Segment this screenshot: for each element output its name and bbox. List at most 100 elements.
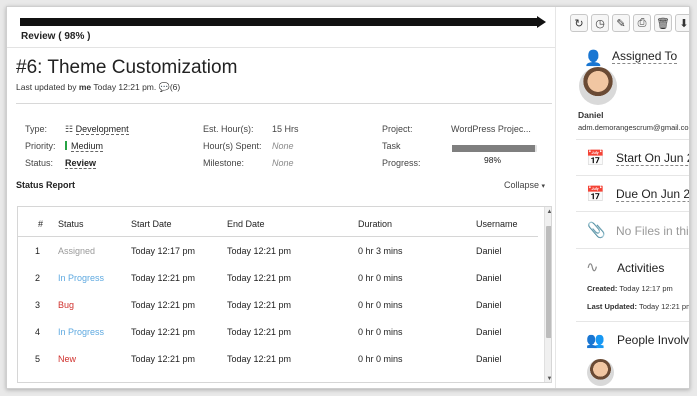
row-status: New xyxy=(58,354,77,364)
row-status: In Progress xyxy=(58,273,105,283)
table-row: 1 Assigned Today 12:17 pm Today 12:21 pm 0 h… xyxy=(18,238,538,265)
divider xyxy=(7,47,555,48)
table-header: # Status Start Date End Date Duration Us… xyxy=(18,207,538,237)
participant-avatar xyxy=(587,359,614,386)
row-duration: 0 hr 0 mins xyxy=(358,354,403,364)
hours-spent-value: None xyxy=(272,141,294,151)
people-involved-title: People Involve xyxy=(617,333,690,347)
updated-by: me xyxy=(78,82,92,92)
updated-time: Today 12:21 pm. xyxy=(93,82,157,92)
collapse-toggle[interactable]: Collapse ▾ xyxy=(504,180,545,190)
priority-value[interactable]: Medium xyxy=(71,141,104,152)
status-value[interactable]: Review xyxy=(65,158,97,169)
created-label: Created: xyxy=(587,284,618,293)
progress-label: Progress: xyxy=(382,158,421,168)
comments-count[interactable]: (6) xyxy=(170,82,180,92)
scroll-up-icon[interactable]: ▲ xyxy=(546,209,551,215)
hours-spent-label: Hour(s) Spent: xyxy=(203,141,262,151)
row-username: Daniel xyxy=(476,246,502,256)
col-start-date: Start Date xyxy=(131,219,172,229)
divider xyxy=(576,139,689,140)
table-row: 2 In Progress Today 12:21 pm Today 12:21 pm… xyxy=(18,265,538,292)
workflow-progress-label: Review ( 98% ) xyxy=(21,31,91,42)
scroll-down-icon[interactable]: ▼ xyxy=(546,376,551,382)
divider xyxy=(576,175,689,176)
chart-icon: ☷ xyxy=(65,124,74,134)
col-duration: Duration xyxy=(358,219,393,229)
status-report-table: # Status Start Date End Date Duration Us… xyxy=(17,206,552,383)
last-updated-info: Last updated by me Today 12:21 pm. 💬(6) xyxy=(16,82,180,93)
col-number: # xyxy=(38,219,44,229)
row-end-date: Today 12:21 pm xyxy=(227,300,292,310)
paperclip-icon: 📎 xyxy=(587,222,606,239)
task-progress-bar xyxy=(452,145,537,152)
row-number: 1 xyxy=(35,246,41,256)
status-report-title: Status Report xyxy=(16,180,76,190)
divider xyxy=(576,248,689,249)
row-duration: 0 hr 0 mins xyxy=(358,300,403,310)
workflow-progress-arrow xyxy=(537,16,546,28)
row-start-date: Today 12:17 pm xyxy=(131,246,196,256)
assignee-avatar xyxy=(579,67,617,105)
user-card-icon: 👤 xyxy=(584,50,603,67)
col-end-date: End Date xyxy=(227,219,265,229)
table-row: 3 Bug Today 12:21 pm Today 12:21 pm 0 hr 0 m… xyxy=(18,292,538,319)
est-hours-value: 15 Hrs xyxy=(272,124,299,134)
row-start-date: Today 12:21 pm xyxy=(131,354,196,364)
updated-prefix: Last updated by xyxy=(16,82,77,92)
activity-icon: ∿ xyxy=(586,259,599,276)
assignee-name: Daniel xyxy=(578,110,604,120)
col-status: Status xyxy=(58,219,84,229)
row-status: Bug xyxy=(58,300,75,310)
workflow-progress-bar xyxy=(20,18,540,26)
start-date[interactable]: Start On Jun 21, xyxy=(616,151,689,166)
calendar-icon: 📅 xyxy=(586,150,605,167)
priority-indicator xyxy=(65,141,67,150)
divider xyxy=(576,321,689,322)
row-username: Daniel xyxy=(476,273,502,283)
status-label: Status: xyxy=(25,158,54,168)
row-duration: 0 hr 0 mins xyxy=(358,273,403,283)
row-start-date: Today 12:21 pm xyxy=(131,300,196,310)
row-number: 5 xyxy=(35,354,41,364)
table-scrollbar[interactable]: ▲ ▼ xyxy=(544,207,551,382)
assigned-to-label[interactable]: Assigned To xyxy=(612,49,678,64)
project-label: Project: xyxy=(382,124,413,134)
task-label: Task xyxy=(382,141,401,151)
last-updated-value: Today 12:21 pm xyxy=(638,302,690,311)
row-start-date: Today 12:21 pm xyxy=(131,327,196,337)
row-username: Daniel xyxy=(476,327,502,337)
col-username: Username xyxy=(476,219,518,229)
row-number: 4 xyxy=(35,327,41,337)
type-value[interactable]: Development xyxy=(75,124,129,135)
row-number: 2 xyxy=(35,273,41,283)
scroll-thumb[interactable] xyxy=(546,226,551,338)
activities-title: Activities xyxy=(617,261,665,275)
type-row: Type: xyxy=(25,124,47,134)
row-status: Assigned xyxy=(58,246,96,256)
collapse-label[interactable]: Collapse xyxy=(504,180,539,190)
people-icon: 👥 xyxy=(586,332,605,349)
priority-value-wrap[interactable]: Medium xyxy=(65,141,104,152)
project-value[interactable]: WordPress Projec... xyxy=(451,124,531,134)
task-progress-value: 98% xyxy=(484,155,502,165)
divider xyxy=(16,103,552,104)
last-updated-label: Last Updated: xyxy=(587,302,638,311)
row-end-date: Today 12:21 pm xyxy=(227,246,292,256)
row-duration: 0 hr 0 mins xyxy=(358,327,403,337)
last-updated-row: Last Updated: Today 12:21 pm xyxy=(587,302,690,311)
task-progress-fill xyxy=(452,145,536,152)
type-label: Type: xyxy=(25,124,48,134)
table-row: 4 In Progress Today 12:21 pm Today 12:21 pm… xyxy=(18,319,538,346)
row-username: Daniel xyxy=(476,354,502,364)
comments-icon[interactable]: 💬 xyxy=(159,82,170,92)
row-start-date: Today 12:21 pm xyxy=(131,273,196,283)
due-date[interactable]: Due On Jun 22, T xyxy=(616,187,689,202)
row-status: In Progress xyxy=(58,327,105,337)
no-files-text: No Files in this xyxy=(616,224,690,238)
priority-label: Priority: xyxy=(25,141,56,151)
row-end-date: Today 12:21 pm xyxy=(227,273,292,283)
type-value-wrap[interactable]: ☷ Development xyxy=(65,124,129,135)
status-value-wrap[interactable]: Review xyxy=(65,158,97,169)
task-title: #6: Theme Customizatiom xyxy=(16,57,238,78)
